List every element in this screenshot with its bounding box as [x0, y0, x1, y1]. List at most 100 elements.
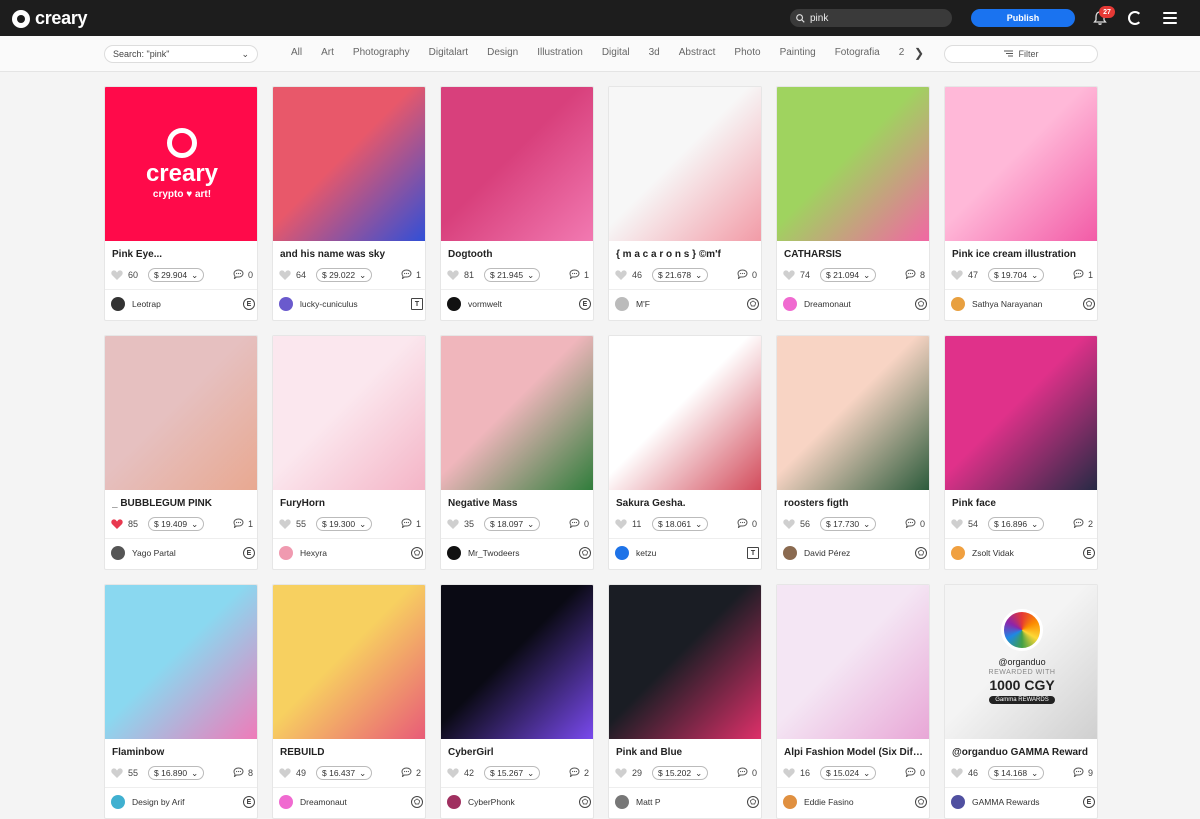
artwork-card[interactable]: { m a c a r o n s } ©m'f 46 $ 21.678 ⌄ 0 …: [608, 86, 762, 321]
price-badge[interactable]: $ 18.097 ⌄: [484, 517, 541, 531]
tab-all[interactable]: All: [291, 47, 302, 58]
avatar[interactable]: [783, 297, 797, 311]
artwork-title[interactable]: Flaminbow: [112, 747, 252, 758]
author-row[interactable]: Matt P ⬠: [615, 794, 759, 810]
tab-design[interactable]: Design: [487, 47, 518, 58]
author-row[interactable]: Mr_Twodeers ⬠: [447, 545, 591, 561]
artwork-thumbnail[interactable]: [777, 336, 929, 490]
avatar[interactable]: [111, 795, 125, 809]
artwork-card[interactable]: Pink and Blue 29 $ 15.202 ⌄ 0 Matt P ⬠: [608, 584, 762, 819]
comments[interactable]: 8: [233, 767, 253, 779]
heart-icon[interactable]: [111, 767, 123, 779]
artwork-title[interactable]: _ BUBBLEGUM PINK: [112, 498, 252, 509]
publish-button[interactable]: Publish: [971, 9, 1075, 27]
author-row[interactable]: ketzu T: [615, 545, 759, 561]
price-badge[interactable]: $ 19.704 ⌄: [988, 268, 1045, 282]
avatar[interactable]: [447, 795, 461, 809]
artwork-card[interactable]: Negative Mass 35 $ 18.097 ⌄ 0 Mr_Twodeers…: [440, 335, 594, 570]
artwork-thumbnail[interactable]: creary crypto ♥ art!: [105, 87, 257, 241]
author-row[interactable]: Sathya Narayanan ⬠: [951, 296, 1095, 312]
artwork-title[interactable]: Pink Eye...: [112, 249, 252, 260]
avatar[interactable]: [615, 297, 629, 311]
tab-2[interactable]: 2: [899, 47, 905, 58]
artwork-title[interactable]: CATHARSIS: [784, 249, 924, 260]
avatar[interactable]: [447, 297, 461, 311]
artwork-thumbnail[interactable]: [441, 336, 593, 490]
artwork-card[interactable]: REBUILD 49 $ 16.437 ⌄ 2 Dreamonaut ⬠: [272, 584, 426, 819]
price-badge[interactable]: $ 19.300 ⌄: [316, 517, 373, 531]
artwork-thumbnail[interactable]: [273, 585, 425, 739]
comments[interactable]: 1: [401, 269, 421, 281]
heart-icon[interactable]: [279, 518, 291, 530]
price-badge[interactable]: $ 14.168 ⌄: [988, 766, 1045, 780]
tab-fotografia[interactable]: Fotografia: [835, 47, 880, 58]
artwork-title[interactable]: Dogtooth: [448, 249, 588, 260]
artwork-card[interactable]: Alpi Fashion Model (Six Diff... 16 $ 15.…: [776, 584, 930, 819]
author-row[interactable]: Dreamonaut ⬠: [783, 296, 927, 312]
price-badge[interactable]: $ 15.024 ⌄: [820, 766, 877, 780]
author-row[interactable]: Zsolt Vidak E: [951, 545, 1095, 561]
price-badge[interactable]: $ 21.945 ⌄: [484, 268, 541, 282]
author-name[interactable]: Matt P: [636, 797, 746, 807]
artwork-thumbnail[interactable]: [945, 87, 1097, 241]
comments[interactable]: 1: [233, 518, 253, 530]
tab-digital[interactable]: Digital: [602, 47, 630, 58]
artwork-card[interactable]: and his name was sky 64 $ 29.022 ⌄ 1 luck…: [272, 86, 426, 321]
price-badge[interactable]: $ 19.409 ⌄: [148, 517, 205, 531]
tab-photography[interactable]: Photography: [353, 47, 410, 58]
artwork-card[interactable]: @organduo REWARDED WITH 1000 CGY Gamma REWA…: [944, 584, 1098, 819]
heart-icon[interactable]: [447, 767, 459, 779]
search-box[interactable]: [790, 9, 952, 27]
heart-icon[interactable]: [447, 269, 459, 281]
price-badge[interactable]: $ 15.202 ⌄: [652, 766, 709, 780]
artwork-title[interactable]: Negative Mass: [448, 498, 588, 509]
price-badge[interactable]: $ 17.730 ⌄: [820, 517, 877, 531]
author-row[interactable]: Dreamonaut ⬠: [279, 794, 423, 810]
heart-icon[interactable]: [279, 269, 291, 281]
artwork-title[interactable]: @organduo GAMMA Reward: [952, 747, 1092, 758]
tab-photo[interactable]: Photo: [734, 47, 760, 58]
avatar[interactable]: [615, 546, 629, 560]
author-row[interactable]: M'F ⬠: [615, 296, 759, 312]
artwork-title[interactable]: Alpi Fashion Model (Six Diff...: [784, 747, 924, 758]
avatar[interactable]: [279, 297, 293, 311]
heart-icon[interactable]: [111, 269, 123, 281]
heart-icon[interactable]: [951, 269, 963, 281]
chevron-right-icon[interactable]: ❯: [914, 46, 924, 60]
author-name[interactable]: Dreamonaut: [300, 797, 410, 807]
artwork-thumbnail[interactable]: [945, 336, 1097, 490]
comments[interactable]: 0: [737, 518, 757, 530]
author-name[interactable]: Zsolt Vidak: [972, 548, 1082, 558]
price-badge[interactable]: $ 21.094 ⌄: [820, 268, 877, 282]
author-name[interactable]: Dreamonaut: [804, 299, 914, 309]
comments[interactable]: 1: [1073, 269, 1093, 281]
author-row[interactable]: Leotrap E: [111, 296, 255, 312]
artwork-thumbnail[interactable]: [273, 87, 425, 241]
price-badge[interactable]: $ 18.061 ⌄: [652, 517, 709, 531]
search-select[interactable]: Search: "pink" ⌄: [104, 45, 258, 63]
heart-icon[interactable]: [111, 518, 123, 530]
tab-art[interactable]: Art: [321, 47, 334, 58]
artwork-title[interactable]: REBUILD: [280, 747, 420, 758]
heart-icon[interactable]: [951, 518, 963, 530]
tab-illustration[interactable]: Illustration: [537, 47, 583, 58]
heart-icon[interactable]: [783, 518, 795, 530]
comments[interactable]: 2: [1073, 518, 1093, 530]
artwork-title[interactable]: CyberGirl: [448, 747, 588, 758]
author-name[interactable]: lucky-cuniculus: [300, 299, 410, 309]
comments[interactable]: 2: [569, 767, 589, 779]
search-input[interactable]: [810, 12, 940, 24]
artwork-thumbnail[interactable]: [441, 585, 593, 739]
avatar[interactable]: [951, 795, 965, 809]
creary-logo[interactable]: creary: [12, 8, 88, 29]
heart-icon[interactable]: [447, 518, 459, 530]
tab-abstract[interactable]: Abstract: [679, 47, 716, 58]
avatar[interactable]: [447, 546, 461, 560]
artwork-thumbnail[interactable]: [777, 87, 929, 241]
author-name[interactable]: ketzu: [636, 548, 746, 558]
heart-icon[interactable]: [951, 767, 963, 779]
heart-icon[interactable]: [279, 767, 291, 779]
avatar[interactable]: [615, 795, 629, 809]
comments[interactable]: 0: [233, 269, 253, 281]
author-name[interactable]: Leotrap: [132, 299, 242, 309]
